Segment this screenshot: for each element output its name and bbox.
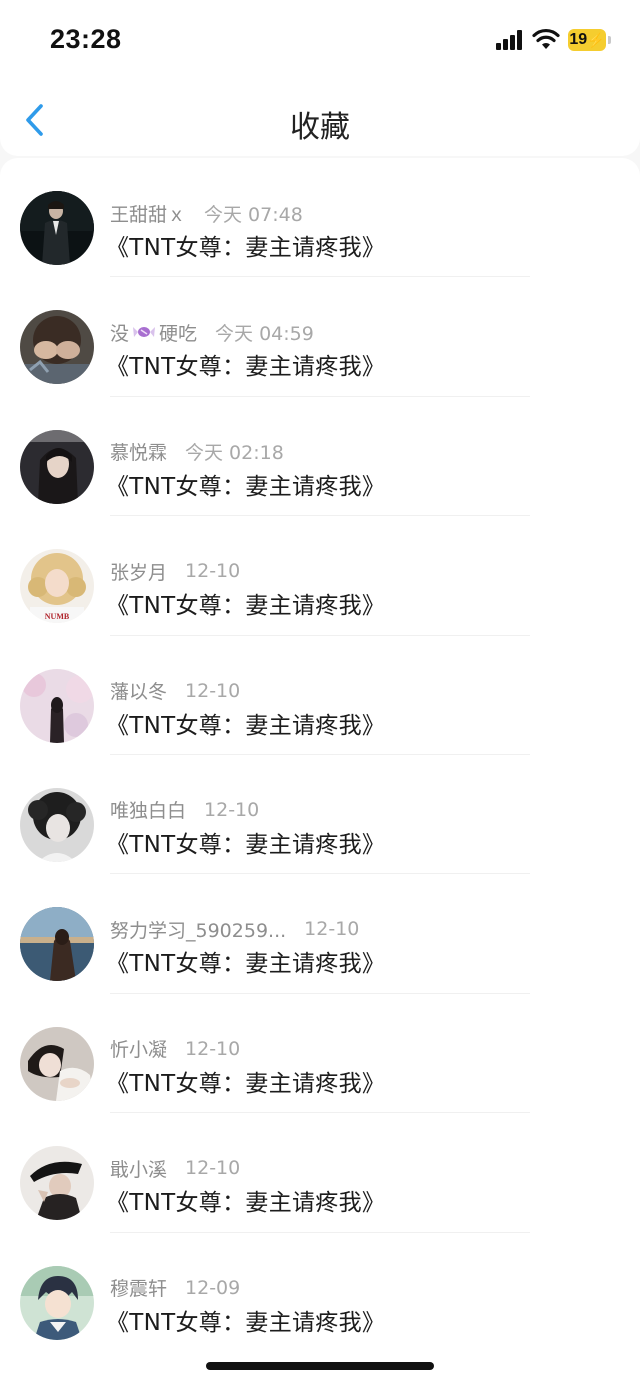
wifi-icon <box>532 28 560 49</box>
status-bar: 23:28 19 ⚡ <box>0 0 640 84</box>
story-title[interactable]: 《TNT女尊：妻主请疼我》 <box>106 944 385 978</box>
avatar[interactable] <box>20 1146 94 1221</box>
home-indicator <box>206 1362 434 1370</box>
favorites-screen: 23:28 19 ⚡ 收藏 王甜甜ｘ 今天 07:48 《TNT女尊：妻主请疼我… <box>0 0 640 1385</box>
candy-icon <box>133 327 156 338</box>
page-title: 收藏 <box>290 110 350 145</box>
timestamp: 12-09 <box>185 1276 241 1299</box>
battery-level: 19 <box>569 31 588 48</box>
timestamp: 今天 07:48 <box>204 203 303 226</box>
user-name[interactable]: 唯独白白 <box>110 796 186 823</box>
meta-line: 努力学习_590259... 12-10 <box>110 916 359 942</box>
meta-line: 藩以冬 12-10 <box>110 678 240 704</box>
meta-line: 穆震轩 12-09 <box>110 1275 240 1301</box>
signal-icon <box>496 30 524 50</box>
avatar-boy-curly-image <box>20 787 94 862</box>
avatar-woman-sea-image <box>20 907 94 982</box>
avatar[interactable] <box>20 429 94 504</box>
story-title[interactable]: 《TNT女尊：妻主请疼我》 <box>106 586 385 620</box>
story-title[interactable]: 《TNT女尊：妻主请疼我》 <box>106 228 385 262</box>
meta-line: 忻小凝 12-10 <box>110 1036 240 1062</box>
user-name[interactable]: 穆震轩 <box>110 1274 167 1301</box>
user-name[interactable]: 戢小溪 <box>110 1155 167 1182</box>
user-name[interactable]: 没 <box>110 319 129 346</box>
timestamp: 今天 02:18 <box>185 442 284 465</box>
battery-charging-icon: 19 ⚡ <box>568 29 611 51</box>
meta-line: 没 硬吃 今天 04:59 <box>110 319 314 345</box>
story-title[interactable]: 《TNT女尊：妻主请疼我》 <box>106 706 385 740</box>
meta-line: 戢小溪 12-10 <box>110 1155 240 1181</box>
list-item[interactable]: 忻小凝 12-10 《TNT女尊：妻主请疼我》 <box>0 994 640 1114</box>
user-name-suffix[interactable]: 硬吃 <box>159 319 197 346</box>
avatar-man-black-cap-image <box>20 1146 94 1221</box>
user-name[interactable]: 努力学习_590259... <box>110 916 286 943</box>
timestamp: 今天 04:59 <box>215 322 314 345</box>
story-title[interactable]: 《TNT女尊：妻主请疼我》 <box>106 1064 385 1098</box>
avatar[interactable] <box>20 668 94 743</box>
list-item[interactable]: 穆震轩 12-09 《TNT女尊：妻主请疼我》 <box>0 1233 640 1352</box>
avatar-girl-blossoms-image <box>20 668 94 743</box>
story-title[interactable]: 《TNT女尊：妻主请疼我》 <box>106 347 385 381</box>
avatar-man-in-suit-image <box>20 191 94 265</box>
list-item[interactable]: 王甜甜ｘ 今天 07:48 《TNT女尊：妻主请疼我》 <box>0 158 640 278</box>
meta-line: 慕悦霖 今天 02:18 <box>110 439 284 465</box>
avatar[interactable] <box>20 191 94 265</box>
avatar[interactable] <box>20 1265 94 1340</box>
avatar-anime-boy-image <box>20 1265 94 1340</box>
story-title[interactable]: 《TNT女尊：妻主请疼我》 <box>106 1303 385 1337</box>
timestamp: 12-10 <box>185 1037 241 1060</box>
list-item[interactable]: 努力学习_590259... 12-10 《TNT女尊：妻主请疼我》 <box>0 874 640 995</box>
list-item[interactable]: 戢小溪 12-10 《TNT女尊：妻主请疼我》 <box>0 1113 640 1233</box>
user-name[interactable]: 慕悦霖 <box>110 438 167 465</box>
nav-bar: 收藏 <box>0 84 640 156</box>
meta-line: 唯独白白 12-10 <box>110 797 259 823</box>
avatar[interactable]: NUMB <box>20 549 94 624</box>
list-item[interactable]: NUMB 张岁月 12-10 《TNT女尊：妻主请疼我》 <box>0 516 640 636</box>
timestamp: 12-10 <box>185 679 241 702</box>
timestamp: 12-10 <box>185 560 241 583</box>
user-name[interactable]: 张岁月 <box>110 558 167 585</box>
avatar-girl-lying-image <box>20 1026 94 1101</box>
avatar[interactable] <box>20 787 94 862</box>
user-name[interactable]: 忻小凝 <box>110 1035 167 1062</box>
timestamp: 12-10 <box>304 918 360 941</box>
user-name[interactable]: 王甜甜ｘ <box>110 200 186 227</box>
avatar[interactable] <box>20 907 94 982</box>
list-item[interactable]: 慕悦霖 今天 02:18 《TNT女尊：妻主请疼我》 <box>0 397 640 517</box>
svg-text:NUMB: NUMB <box>45 612 70 621</box>
avatar-blonde-girl-image: NUMB <box>20 549 94 624</box>
user-name[interactable]: 藩以冬 <box>110 677 167 704</box>
list-item[interactable]: 藩以冬 12-10 《TNT女尊：妻主请疼我》 <box>0 636 640 756</box>
avatar-hands-over-face-image <box>20 310 94 385</box>
favorites-list: 王甜甜ｘ 今天 07:48 《TNT女尊：妻主请疼我》 没 硬吃 今天 04:5… <box>0 158 640 1385</box>
timestamp: 12-10 <box>185 1157 241 1180</box>
story-title[interactable]: 《TNT女尊：妻主请疼我》 <box>106 1183 385 1217</box>
list-item[interactable]: 没 硬吃 今天 04:59 《TNT女尊：妻主请疼我》 <box>0 277 640 398</box>
avatar[interactable] <box>20 1026 94 1101</box>
meta-line: 张岁月 12-10 <box>110 558 240 584</box>
story-title[interactable]: 《TNT女尊：妻主请疼我》 <box>106 467 385 501</box>
story-title[interactable]: 《TNT女尊：妻主请疼我》 <box>106 825 385 859</box>
timestamp: 12-10 <box>204 798 260 821</box>
status-time: 23:28 <box>50 24 122 54</box>
avatar[interactable] <box>20 310 94 385</box>
meta-line: 王甜甜ｘ 今天 07:48 <box>110 200 303 226</box>
avatar-woman-dark-image <box>20 429 94 504</box>
charging-bolt-icon: ⚡ <box>587 31 605 48</box>
list-item[interactable]: 唯独白白 12-10 《TNT女尊：妻主请疼我》 <box>0 755 640 875</box>
